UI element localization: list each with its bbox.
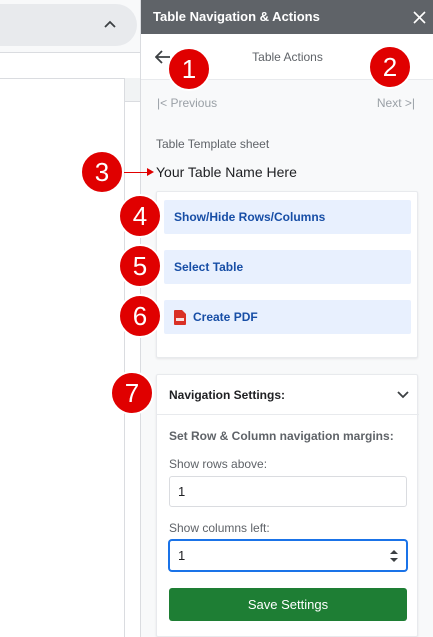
rows-above-input[interactable]	[169, 476, 407, 507]
callout-pointer-head	[147, 168, 154, 176]
sidebar-header: Table Navigation & Actions	[141, 0, 433, 34]
columns-left-value: 1	[178, 548, 186, 563]
chevron-up-icon[interactable]	[100, 14, 120, 34]
navigation-settings-card: Navigation Settings: Set Row & Column na…	[156, 374, 419, 637]
navigation-settings-title: Navigation Settings:	[169, 388, 286, 402]
rows-above-label: Show rows above:	[169, 457, 268, 471]
template-sheet-label: Table Template sheet	[156, 137, 270, 151]
callout-badge: 4	[118, 194, 162, 238]
spinner-icon[interactable]	[390, 549, 398, 563]
select-table-button[interactable]: Select Table	[164, 250, 411, 284]
table-name: Your Table Name Here	[156, 164, 297, 180]
sidebar-title: Table Navigation & Actions	[153, 9, 320, 24]
navigation-settings-header[interactable]: Navigation Settings:	[157, 375, 419, 415]
action-label: Show/Hide Rows/Columns	[174, 210, 326, 224]
next-link[interactable]: Next >|	[377, 96, 415, 110]
grid-line	[124, 78, 125, 637]
columns-left-label: Show columns left:	[169, 521, 270, 535]
action-label: Create PDF	[193, 310, 258, 324]
action-label: Select Table	[174, 260, 244, 274]
previous-link[interactable]: |< Previous	[157, 96, 217, 110]
create-pdf-button[interactable]: Create PDF	[164, 300, 411, 334]
close-icon[interactable]	[410, 8, 428, 26]
callout-badge: 7	[110, 371, 154, 415]
callout-badge: 5	[118, 244, 162, 288]
callout-badge: 2	[368, 45, 412, 89]
columns-left-input[interactable]: 1	[169, 540, 407, 571]
column-header-cell[interactable]	[125, 78, 140, 102]
callout-badge: 6	[118, 294, 162, 338]
spreadsheet-grid[interactable]	[0, 52, 140, 637]
pdf-icon	[174, 309, 186, 325]
callout-badge: 3	[80, 150, 124, 194]
chevron-down-icon[interactable]	[395, 387, 411, 403]
callout-badge: 1	[167, 47, 211, 91]
actions-card: Show/Hide Rows/Columns Select Table Crea…	[156, 191, 418, 358]
callout-pointer-line	[124, 172, 148, 173]
save-settings-button[interactable]: Save Settings	[169, 588, 407, 621]
sidebar-panel: Table Navigation & Actions Table Actions…	[140, 0, 433, 637]
grid-line	[0, 78, 140, 79]
margins-label: Set Row & Column navigation margins:	[169, 429, 394, 443]
show-hide-rows-columns-button[interactable]: Show/Hide Rows/Columns	[164, 200, 411, 234]
screen: Table Navigation & Actions Table Actions…	[0, 0, 433, 637]
